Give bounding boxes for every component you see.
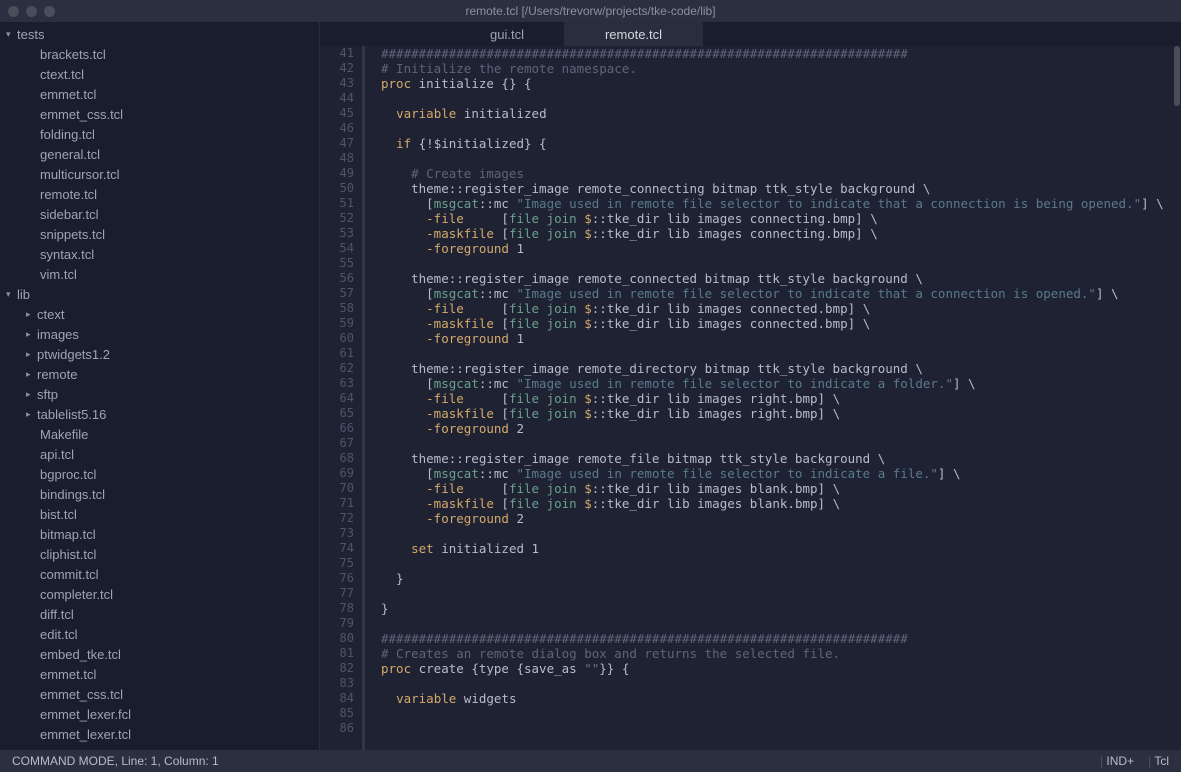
tree-file[interactable]: bitmap.tcl — [0, 524, 319, 544]
tree-file[interactable]: commit.tcl — [0, 564, 319, 584]
tree-file[interactable]: bist.tcl — [0, 504, 319, 524]
scrollbar[interactable] — [1173, 46, 1181, 750]
chevron-down-icon: ▾ — [6, 289, 17, 300]
tree-file[interactable]: emmet.tcl — [0, 664, 319, 684]
tree-file[interactable]: completer.tcl — [0, 584, 319, 604]
statusbar: COMMAND MODE, Line: 1, Column: 1 IND+ Tc… — [0, 750, 1181, 772]
tree-folder-ctext[interactable]: ▸ctext — [0, 304, 319, 324]
tree-file[interactable]: brackets.tcl — [0, 44, 319, 64]
tree-file[interactable]: diff.tcl — [0, 604, 319, 624]
sidebar[interactable]: ▾testsbrackets.tclctext.tclemmet.tclemme… — [0, 22, 320, 750]
chevron-right-icon: ▸ — [26, 349, 37, 360]
tree-file[interactable]: emmet_lexer.tcl — [0, 724, 319, 744]
tree-folder-lib[interactable]: ▾lib — [0, 284, 319, 304]
tree-file[interactable]: cliphist.tcl — [0, 544, 319, 564]
chevron-right-icon: ▸ — [26, 329, 37, 340]
status-indent[interactable]: IND+ — [1100, 754, 1134, 768]
editor-area: gui.tclremote.tcl 41 42 43 44 45 46 47 4… — [320, 22, 1181, 750]
tree-file[interactable]: bindings.tcl — [0, 484, 319, 504]
tree-file[interactable]: folding.tcl — [0, 124, 319, 144]
status-language[interactable]: Tcl — [1148, 754, 1169, 768]
tree-folder-images[interactable]: ▸images — [0, 324, 319, 344]
tab-gui-tcl[interactable]: gui.tcl — [450, 22, 565, 46]
tree-file[interactable]: syntax.tcl — [0, 244, 319, 264]
chevron-right-icon: ▸ — [26, 409, 37, 420]
tree-folder-tests[interactable]: ▾tests — [0, 24, 319, 44]
tree-file[interactable]: embed_tke.tcl — [0, 644, 319, 664]
window-controls — [0, 6, 55, 17]
tree-file[interactable]: emmet_lexer.fcl — [0, 704, 319, 724]
tree-file[interactable]: edit.tcl — [0, 624, 319, 644]
tree-folder-remote[interactable]: ▸remote — [0, 364, 319, 384]
tree-file[interactable]: emmet.tcl — [0, 84, 319, 104]
tree-file[interactable]: multicursor.tcl — [0, 164, 319, 184]
chevron-down-icon: ▾ — [6, 29, 17, 40]
tree-file[interactable]: bgproc.tcl — [0, 464, 319, 484]
window-title: remote.tcl [/Users/trevorw/projects/tke-… — [465, 4, 715, 18]
status-left: COMMAND MODE, Line: 1, Column: 1 — [12, 754, 219, 768]
code-content[interactable]: ########################################… — [365, 46, 1181, 750]
tree-folder-ptwidgets1.2[interactable]: ▸ptwidgets1.2 — [0, 344, 319, 364]
tree-file[interactable]: emmet_css.tcl — [0, 684, 319, 704]
tree-file[interactable]: api.tcl — [0, 444, 319, 464]
minimize-icon[interactable] — [26, 6, 37, 17]
scrollbar-thumb[interactable] — [1174, 46, 1180, 106]
tree-folder-tablelist5.16[interactable]: ▸tablelist5.16 — [0, 404, 319, 424]
chevron-right-icon: ▸ — [26, 309, 37, 320]
tab-remote-tcl[interactable]: remote.tcl — [565, 22, 703, 46]
close-icon[interactable] — [8, 6, 19, 17]
tree-file[interactable]: snippets.tcl — [0, 224, 319, 244]
chevron-right-icon: ▸ — [26, 369, 37, 380]
tree-file[interactable]: emmet_css.tcl — [0, 104, 319, 124]
tree-file[interactable]: Makefile — [0, 424, 319, 444]
titlebar: remote.tcl [/Users/trevorw/projects/tke-… — [0, 0, 1181, 22]
zoom-icon[interactable] — [44, 6, 55, 17]
tree-file[interactable]: ctext.tcl — [0, 64, 319, 84]
tree-file[interactable]: remote.tcl — [0, 184, 319, 204]
tree-file[interactable]: sidebar.tcl — [0, 204, 319, 224]
tab-bar: gui.tclremote.tcl — [320, 22, 1181, 46]
tree-file[interactable]: general.tcl — [0, 144, 319, 164]
line-numbers: 41 42 43 44 45 46 47 48 49 50 51 52 53 5… — [320, 46, 365, 750]
tree-file[interactable]: vim.tcl — [0, 264, 319, 284]
tree-folder-sftp[interactable]: ▸sftp — [0, 384, 319, 404]
chevron-right-icon: ▸ — [26, 389, 37, 400]
status-right: IND+ Tcl — [1100, 754, 1169, 768]
